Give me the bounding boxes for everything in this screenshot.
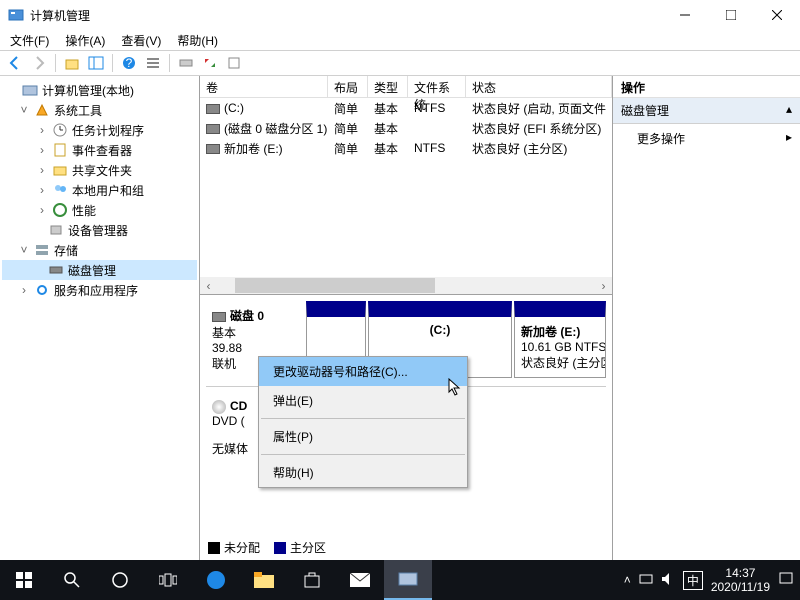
- legend: 未分配 主分区: [208, 539, 326, 556]
- list-button[interactable]: [142, 52, 164, 74]
- tray-clock[interactable]: 14:37 2020/11/19: [711, 566, 770, 595]
- menu-action[interactable]: 操作(A): [65, 32, 105, 49]
- list-row[interactable]: (磁盘 0 磁盘分区 1) 简单 基本 状态良好 (EFI 系统分区): [200, 118, 612, 138]
- col-type[interactable]: 类型: [368, 76, 408, 98]
- chevron-down-icon[interactable]: ˅: [18, 103, 30, 117]
- ctx-help[interactable]: 帮助(H): [259, 458, 467, 487]
- volume-icon: [206, 124, 220, 134]
- tree-services[interactable]: ›服务和应用程序: [2, 280, 197, 300]
- tree-devmgr[interactable]: 设备管理器: [2, 220, 197, 240]
- legend-primary-icon: [274, 542, 286, 554]
- ctx-change-drive-letter[interactable]: 更改驱动器号和路径(C)...: [259, 357, 467, 386]
- toolbar-separator: [112, 54, 113, 72]
- maximize-button[interactable]: [708, 0, 754, 30]
- actions-section[interactable]: 磁盘管理▴: [613, 98, 800, 124]
- system-tray[interactable]: ˄ 中 14:37 2020/11/19: [624, 566, 800, 595]
- taskbar[interactable]: ˄ 中 14:37 2020/11/19: [0, 560, 800, 600]
- chevron-right-icon[interactable]: ›: [36, 123, 48, 137]
- cdrom-icon: [212, 400, 226, 414]
- toolbar-separator: [169, 54, 170, 72]
- scroll-left-icon[interactable]: ‹: [200, 277, 217, 294]
- mail-icon[interactable]: [336, 560, 384, 600]
- search-button[interactable]: [48, 560, 96, 600]
- menu-help[interactable]: 帮助(H): [177, 32, 218, 49]
- ctx-eject[interactable]: 弹出(E): [259, 386, 467, 415]
- col-fs[interactable]: 文件系统: [408, 76, 466, 98]
- compmgmt-taskbar-icon[interactable]: [384, 560, 432, 600]
- col-layout[interactable]: 布局: [328, 76, 368, 98]
- show-hide-tree-button[interactable]: [85, 52, 107, 74]
- menubar: 文件(F) 操作(A) 查看(V) 帮助(H): [0, 30, 800, 50]
- chevron-right-icon: ▸: [786, 130, 792, 147]
- horizontal-scrollbar[interactable]: ‹ ›: [200, 277, 612, 294]
- tree-diskmgmt[interactable]: 磁盘管理: [2, 260, 197, 280]
- up-button[interactable]: [61, 52, 83, 74]
- help-button[interactable]: ?: [118, 52, 140, 74]
- list-row[interactable]: 新加卷 (E:) 简单 基本 NTFS 状态良好 (主分区): [200, 138, 612, 158]
- store-icon[interactable]: [288, 560, 336, 600]
- actions-header: 操作: [613, 76, 800, 98]
- refresh-button[interactable]: [199, 52, 221, 74]
- toolbar-separator: [55, 54, 56, 72]
- col-status[interactable]: 状态: [466, 76, 612, 98]
- tree-systools[interactable]: ˅系统工具: [2, 100, 197, 120]
- partition-e[interactable]: 新加卷 (E:) 10.61 GB NTFS 状态良好 (主分区: [514, 301, 606, 378]
- disk-icon: [212, 312, 226, 322]
- scroll-right-icon[interactable]: ›: [595, 277, 612, 294]
- chevron-down-icon[interactable]: ˅: [18, 243, 30, 257]
- edge-icon[interactable]: [192, 560, 240, 600]
- chevron-right-icon[interactable]: ›: [36, 203, 48, 217]
- taskview-button[interactable]: [144, 560, 192, 600]
- tray-chevron-icon[interactable]: ˄: [624, 573, 631, 587]
- chevron-right-icon[interactable]: ›: [18, 283, 30, 297]
- volume-list[interactable]: 卷 布局 类型 文件系统 状态 (C:) 简单 基本 NTFS 状态良好 (启动…: [200, 76, 612, 294]
- window-title: 计算机管理: [30, 7, 662, 24]
- cortana-button[interactable]: [96, 560, 144, 600]
- tree-root[interactable]: 计算机管理(本地): [2, 80, 197, 100]
- explorer-icon[interactable]: [240, 560, 288, 600]
- menu-file[interactable]: 文件(F): [10, 32, 49, 49]
- forward-button[interactable]: [28, 52, 50, 74]
- window-titlebar: 计算机管理: [0, 0, 800, 30]
- actions-pane: 操作 磁盘管理▴ 更多操作▸: [613, 76, 800, 560]
- tree-storage[interactable]: ˅存储: [2, 240, 197, 260]
- tray-ime[interactable]: 中: [683, 571, 703, 590]
- back-button[interactable]: [4, 52, 26, 74]
- col-volume[interactable]: 卷: [200, 76, 328, 98]
- app-icon: [8, 7, 24, 23]
- list-header: 卷 布局 类型 文件系统 状态: [200, 76, 612, 98]
- minimize-button[interactable]: [662, 0, 708, 30]
- tree-scheduler[interactable]: ›任务计划程序: [2, 120, 197, 140]
- collapse-icon[interactable]: ▴: [786, 102, 792, 119]
- list-body: (C:) 简单 基本 NTFS 状态良好 (启动, 页面文件 (磁盘 0 磁盘分…: [200, 98, 612, 277]
- menu-view[interactable]: 查看(V): [121, 32, 161, 49]
- list-row[interactable]: (C:) 简单 基本 NTFS 状态良好 (启动, 页面文件: [200, 98, 612, 118]
- tree-users[interactable]: ›本地用户和组: [2, 180, 197, 200]
- actions-more[interactable]: 更多操作▸: [613, 124, 800, 153]
- ctx-separator: [261, 418, 465, 419]
- chevron-right-icon[interactable]: ›: [36, 143, 48, 157]
- svg-text:?: ?: [126, 56, 133, 70]
- volume-icon: [206, 104, 220, 114]
- volume-icon: [206, 144, 220, 154]
- context-menu: 更改驱动器号和路径(C)... 弹出(E) 属性(P) 帮助(H): [258, 356, 468, 488]
- start-button[interactable]: [0, 560, 48, 600]
- navigation-tree[interactable]: 计算机管理(本地) ˅系统工具 ›任务计划程序 ›事件查看器 ›共享文件夹 ›本…: [0, 76, 200, 560]
- tray-notifications-icon[interactable]: [778, 571, 794, 590]
- ctx-separator: [261, 454, 465, 455]
- chevron-right-icon[interactable]: ›: [36, 163, 48, 177]
- chevron-right-icon[interactable]: ›: [36, 183, 48, 197]
- settings-button[interactable]: [223, 52, 245, 74]
- ctx-properties[interactable]: 属性(P): [259, 422, 467, 451]
- disk-button[interactable]: [175, 52, 197, 74]
- tree-shared[interactable]: ›共享文件夹: [2, 160, 197, 180]
- tree-eventviewer[interactable]: ›事件查看器: [2, 140, 197, 160]
- toolbar: ?: [0, 50, 800, 76]
- tray-volume-icon[interactable]: [661, 572, 675, 589]
- tray-network-icon[interactable]: [639, 572, 653, 589]
- legend-unallocated-icon: [208, 542, 220, 554]
- close-button[interactable]: [754, 0, 800, 30]
- scrollbar-thumb[interactable]: [235, 278, 435, 293]
- tree-perf[interactable]: ›性能: [2, 200, 197, 220]
